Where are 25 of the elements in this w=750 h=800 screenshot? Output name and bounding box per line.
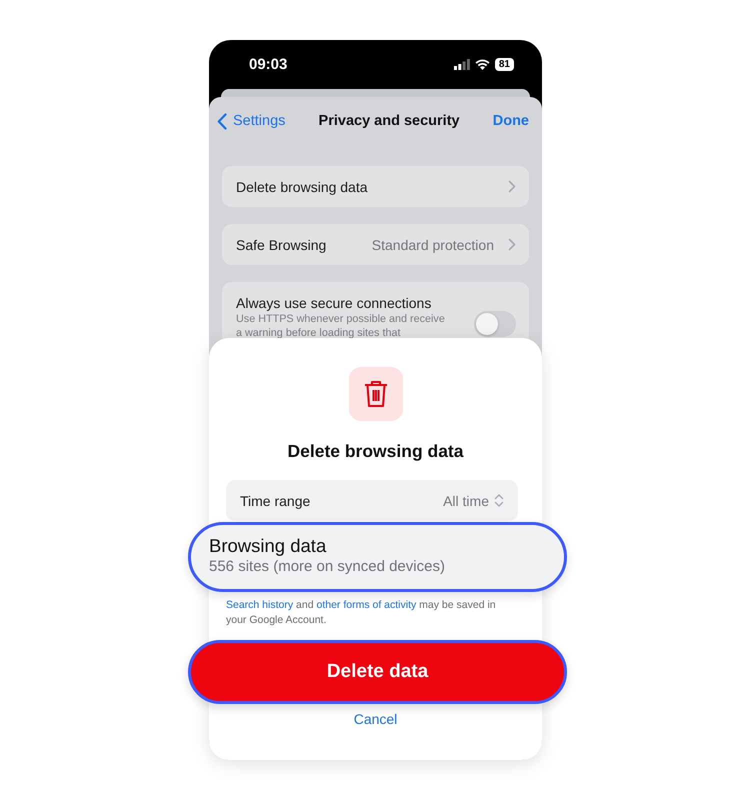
back-button[interactable]: Settings [217, 112, 286, 130]
cancel-button[interactable]: Cancel [350, 709, 402, 729]
screen-title: Privacy and security [318, 113, 460, 129]
chevron-icon [508, 180, 516, 193]
setting-description: Use HTTPS whenever possible and receive a warning before loading sites that [236, 312, 446, 340]
trash-icon [364, 380, 388, 408]
account-note: Search history and other forms of activity may be saved in your Google Account. [226, 598, 497, 628]
wifi-icon [474, 59, 490, 70]
sheet-title: Delete browsing data [286, 441, 465, 461]
time-range-selector[interactable]: Time range All time [226, 480, 518, 521]
delete-data-button[interactable]: Delete data [188, 640, 567, 704]
setting-label: Always use secure connections [236, 295, 432, 311]
signal-icon [454, 59, 470, 70]
settings-row[interactable]: Safe Browsing Standard protection [222, 224, 529, 265]
done-button[interactable]: Done [492, 113, 529, 129]
back-icon [217, 112, 227, 130]
note-link[interactable]: other forms of activity [316, 599, 416, 611]
browsing-data-option[interactable]: Browsing data 556 sites (more on synced devices) [188, 522, 567, 592]
chevron-icon [508, 238, 516, 251]
toggle-switch[interactable] [474, 311, 516, 337]
battery-level: 81 [494, 58, 514, 71]
status-time: 09:03 [249, 56, 288, 73]
up-down-chevron-icon [494, 493, 504, 508]
settings-row[interactable]: Delete browsing data [222, 166, 529, 207]
note-link[interactable]: Search history [226, 599, 294, 611]
